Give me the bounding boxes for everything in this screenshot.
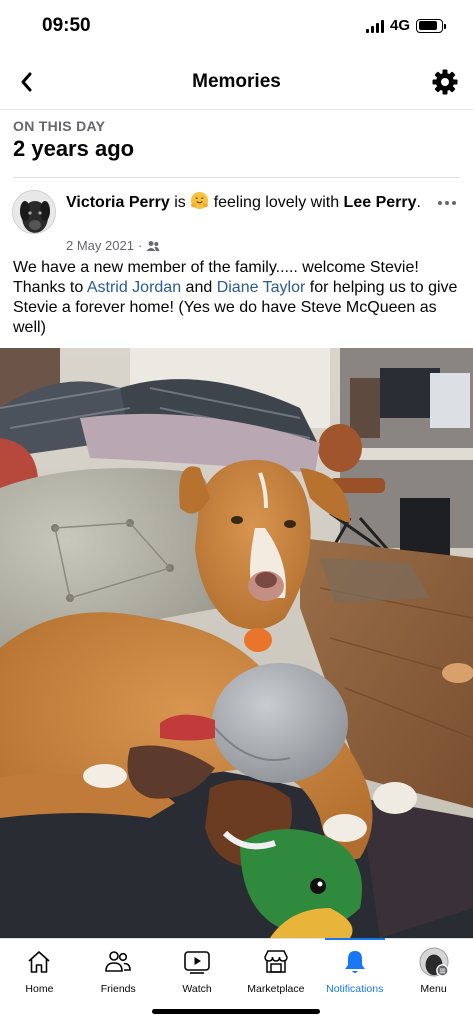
more-options-button[interactable] [435, 196, 459, 210]
marketplace-icon [261, 947, 291, 977]
profile-avatar-icon [419, 947, 449, 977]
is-text: is [174, 194, 186, 211]
nav-watch[interactable]: Watch [158, 939, 237, 1002]
hugging-face-emoji-icon [191, 191, 209, 210]
bell-icon [340, 947, 370, 977]
home-indicator [152, 1009, 320, 1014]
memory-years-ago: 2 years ago [13, 136, 135, 161]
feeling-text: feeling lovely with [213, 194, 340, 211]
tagged-suffix: . [416, 194, 421, 211]
friends-audience-icon [146, 240, 160, 251]
gear-icon [432, 69, 458, 95]
battery-icon [416, 18, 446, 33]
network-type: 4G [389, 17, 410, 34]
nav-label: Menu [420, 983, 447, 995]
page-title: Memories [192, 71, 281, 92]
app-header: Memories [0, 54, 473, 110]
watch-icon [182, 947, 212, 977]
memory-label: ON THIS DAY [13, 118, 106, 134]
author-avatar-image [13, 191, 55, 233]
post-date[interactable]: 2 May 2021 [66, 238, 134, 253]
nav-label: Watch [182, 983, 212, 995]
nav-notifications[interactable]: Notifications [315, 938, 394, 1002]
post-meta: 2 May 2021 · [66, 238, 160, 253]
post-headline: Victoria Perry is feeling lovely with Le… [66, 191, 426, 214]
divider [13, 177, 460, 178]
meta-separator: · [137, 238, 143, 253]
post-photo[interactable] [0, 348, 473, 938]
active-tab-indicator [324, 938, 385, 940]
nav-home[interactable]: Home [0, 939, 79, 1002]
nav-label: Marketplace [247, 983, 305, 995]
tagged-friend[interactable]: Lee Perry [344, 194, 417, 211]
dog-with-duck-toy-photo [0, 348, 473, 938]
nav-label: Home [25, 983, 54, 995]
post-text: We have a new member of the family..... … [13, 258, 463, 338]
author-avatar[interactable] [12, 190, 56, 234]
signal-icon [365, 19, 384, 33]
nav-menu[interactable]: Menu [394, 939, 473, 1002]
bottom-nav: Home Friends Watch Marketplace Notificat… [0, 938, 473, 1002]
status-bar: 09:50 4G [0, 0, 473, 54]
nav-label: Friends [100, 983, 136, 995]
status-time: 09:50 [42, 15, 91, 36]
nav-marketplace[interactable]: Marketplace [236, 939, 315, 1002]
nav-label: Notifications [326, 983, 384, 995]
home-icon [24, 947, 54, 977]
author-name[interactable]: Victoria Perry [66, 194, 170, 211]
post-text-part: and [181, 279, 217, 296]
nav-friends[interactable]: Friends [79, 939, 158, 1002]
friends-icon [103, 947, 133, 977]
mention-link[interactable]: Astrid Jordan [87, 279, 181, 296]
settings-button[interactable] [429, 66, 461, 98]
mention-link[interactable]: Diane Taylor [217, 279, 306, 296]
status-indicators: 4G [365, 17, 446, 34]
